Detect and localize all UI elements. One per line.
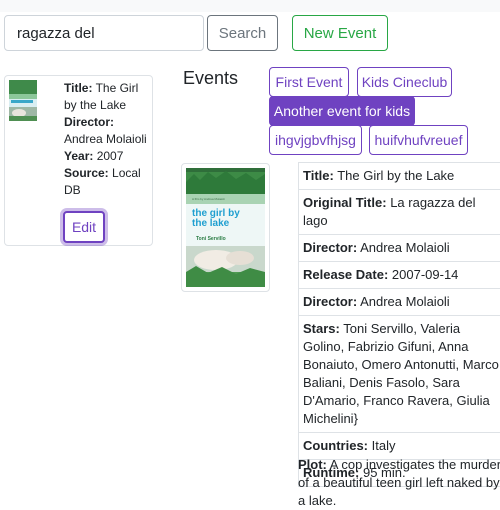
detail-label: Countries: [303,438,368,453]
detail-row-director-2: Director: Andrea Molaioli [299,289,500,316]
director-value: Andrea Molaioli [64,132,147,146]
detail-value: Toni Servillo, Valeria Golino, Fabrizio … [303,321,499,426]
detail-row-release-date: Release Date: 2007-09-14 [299,262,500,289]
poster-title-line-2: the lake [192,218,230,229]
detail-cell: Stars: Toni Servillo, Valeria Golino, Fa… [299,316,500,433]
event-kids-cineclub[interactable]: Kids Cineclub [357,67,452,97]
detail-cell: Director: Andrea Molaioli [299,289,500,316]
source-label: Source: [64,166,109,180]
event-huifvhufvreuef[interactable]: huifvhufvreuef [369,125,468,155]
movie-details-table: Title: The Girl by the Lake Original Tit… [298,162,500,487]
plot-label: Plot: [298,457,327,472]
director-label: Director: [64,115,114,129]
detail-row-original-title: Original Title: La ragazza del lago [299,190,500,235]
search-input[interactable] [4,15,204,51]
search-button[interactable]: Search [207,15,278,51]
detail-label: Director: [303,240,357,255]
poster-credit: Toni Servillo [196,236,226,242]
movie-thumbnail [9,80,37,121]
detail-value: The Girl by the Lake [337,168,454,183]
detail-label: Original Title: [303,195,387,210]
event-another-event-for-kids[interactable]: Another event for kids [269,96,415,126]
detail-label: Release Date: [303,267,388,282]
detail-label: Title: [303,168,334,183]
title-label: Title: [64,81,92,95]
detail-value: Italy [372,438,396,453]
movie-poster-frame: A film by Andrea Molaioli the girl by th… [181,163,270,292]
top-bar [0,0,500,12]
events-heading: Events [183,68,238,89]
detail-row-stars: Stars: Toni Servillo, Valeria Golino, Fa… [299,316,500,433]
plot-value: A cop investigates the murder of a beaut… [298,457,500,508]
plot-text: Plot: A cop investigates the murder of a… [298,456,500,510]
edit-button[interactable]: Edit [63,211,105,243]
detail-cell: Title: The Girl by the Lake [299,163,500,190]
movie-result-card: Title: The Girl by the Lake Director: An… [4,75,153,246]
detail-cell: Release Date: 2007-09-14 [299,262,500,289]
detail-cell: Director: Andrea Molaioli [299,235,500,262]
detail-row-director: Director: Andrea Molaioli [299,235,500,262]
detail-label: Stars: [303,321,340,336]
detail-cell: Original Title: La ragazza del lago [299,190,500,235]
detail-row-title: Title: The Girl by the Lake [299,163,500,190]
detail-value: Andrea Molaioli [360,240,450,255]
movie-summary: Title: The Girl by the Lake Director: An… [64,80,150,199]
event-first-event[interactable]: First Event [269,67,349,97]
detail-label: Director: [303,294,357,309]
year-label: Year: [64,149,93,163]
movie-poster: A film by Andrea Molaioli the girl by th… [186,168,265,287]
poster-tagline: A film by Andrea Molaioli [192,197,225,201]
new-event-button[interactable]: New Event [292,15,388,51]
event-ihgvjgbvfhjsg[interactable]: ihgvjgbvfhjsg [269,125,362,155]
detail-value: Andrea Molaioli [360,294,450,309]
detail-value: 2007-09-14 [392,267,459,282]
year-value: 2007 [97,149,124,163]
